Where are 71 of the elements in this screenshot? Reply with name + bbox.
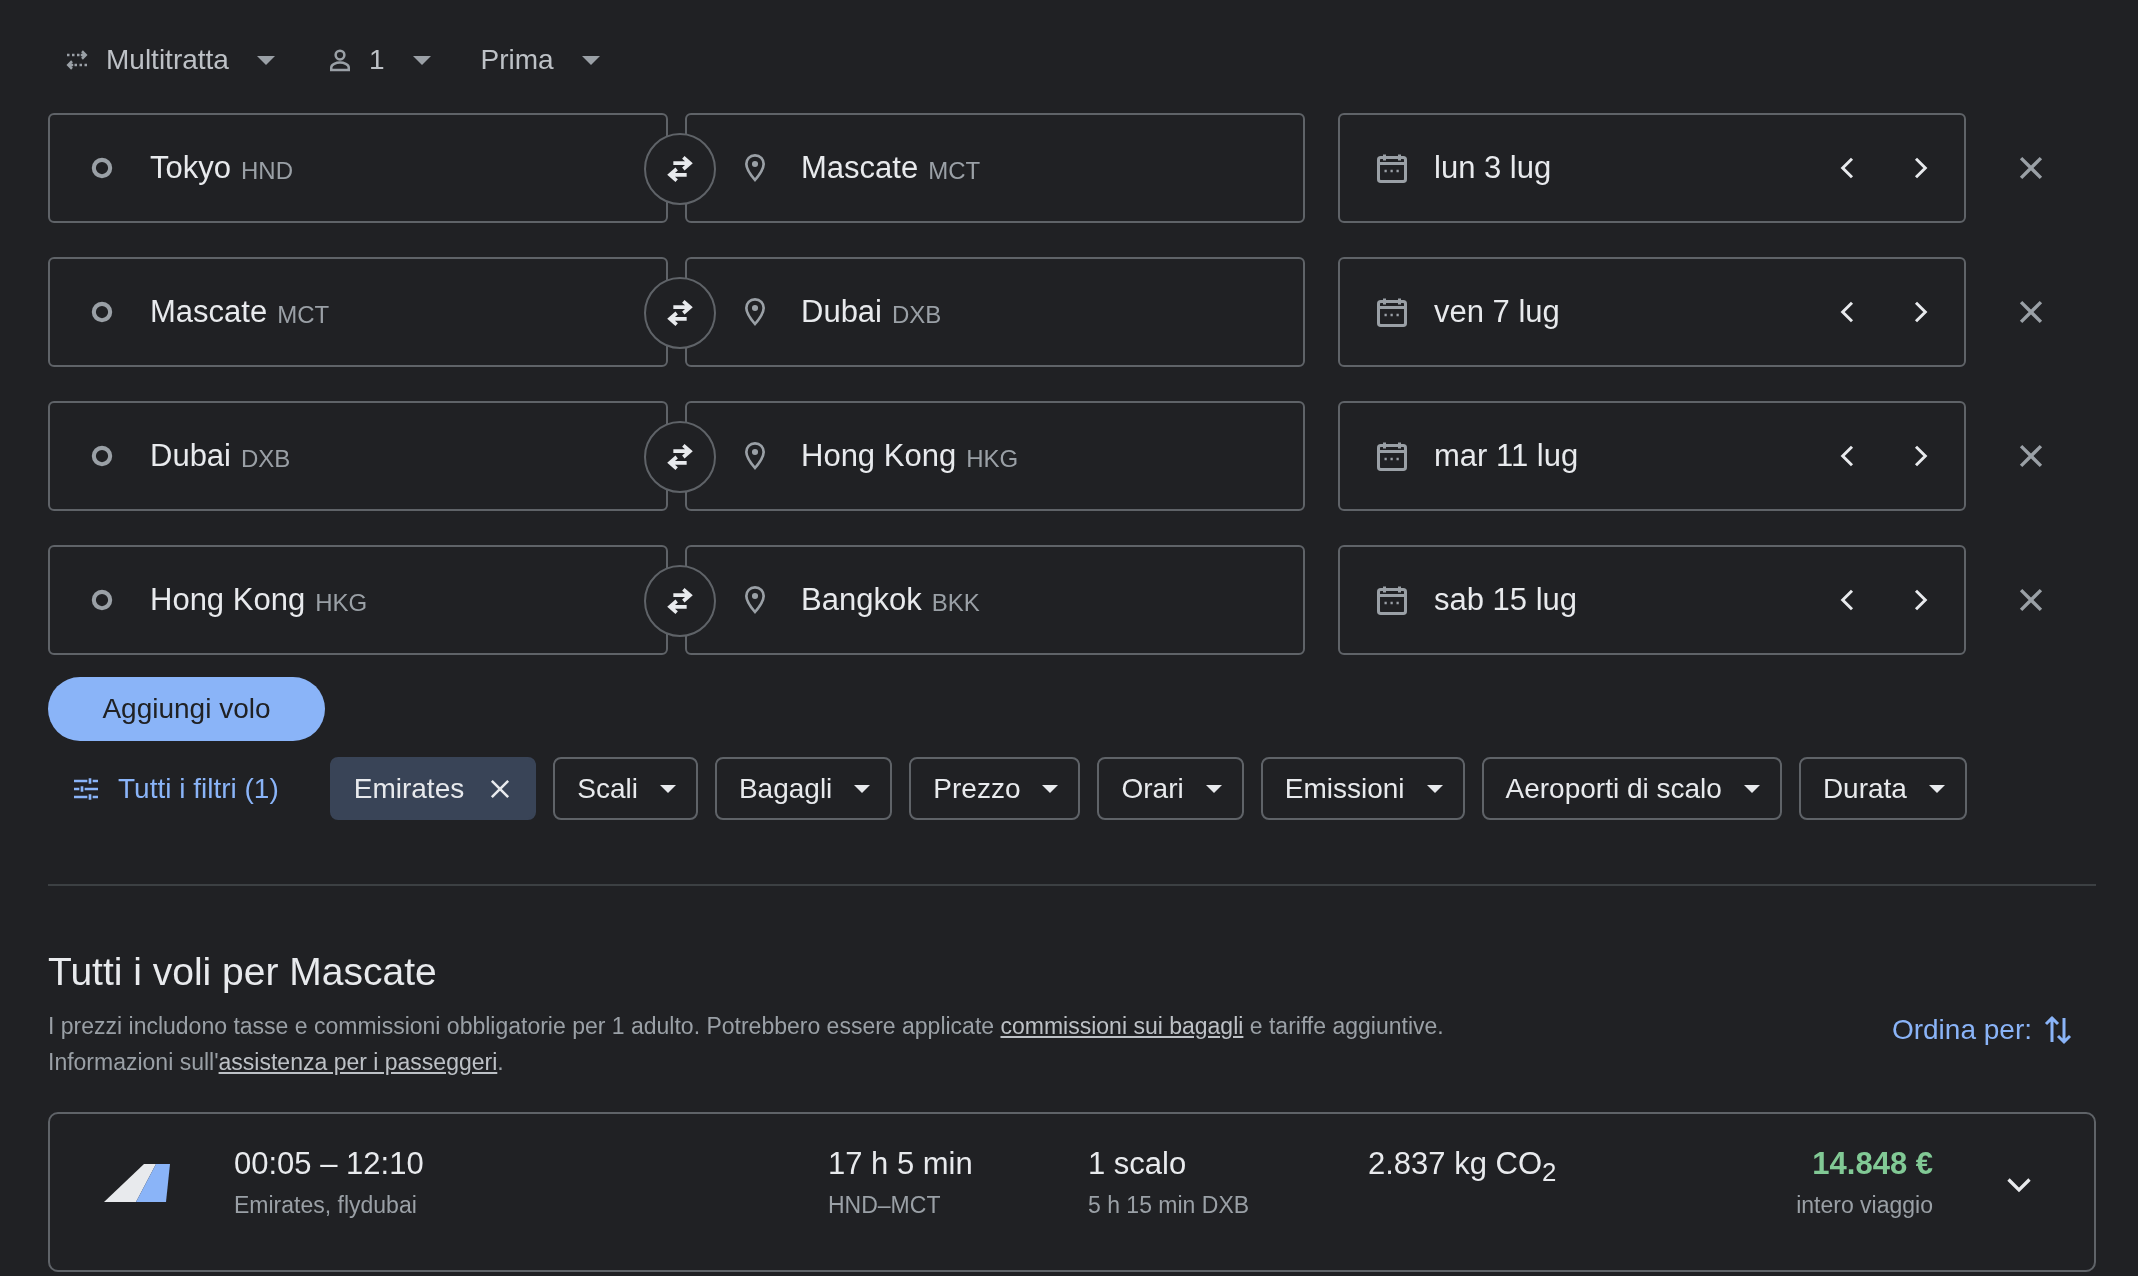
caret-icon — [1928, 784, 1945, 793]
filter-dropdown[interactable]: Prezzo — [909, 757, 1081, 820]
origin-field[interactable]: Hong Kong HKG — [48, 545, 668, 655]
date-value: mar 11 lug — [1434, 438, 1579, 474]
destination-field[interactable]: Hong Kong HKG — [685, 401, 1305, 511]
filter-dropdown[interactable]: Orari — [1097, 757, 1244, 820]
info-link[interactable]: commissioni sui bagagli — [1000, 1013, 1244, 1039]
emissions-value: 2.837 kg CO$_{2}$ — [1368, 1146, 1558, 1188]
airport-code: DXB — [892, 301, 942, 329]
flight-card[interactable]: 00:05 – 12:10 Emirates, flydubai 17 h 5 min HND–MCT 1 scalo 5 h 15 min DXB 2.837 kg CO$_{2}$ 14.848 € intero viaggio — [48, 1112, 2096, 1272]
destination-field[interactable]: Mascate MCT — [685, 113, 1305, 223]
trip-type-dropdown[interactable]: Multitratta — [48, 38, 289, 82]
layover-info: 5 h 15 min DXB — [1088, 1192, 1251, 1219]
info-link[interactable]: assistenza per i passeggeri — [218, 1049, 498, 1075]
origin-field[interactable]: Mascate MCT — [48, 257, 668, 367]
date-field[interactable]: ven 7 lug — [1338, 257, 1966, 367]
price-info-text: I prezzi includono tasse e commissioni obbligatorie per 1 adulto. Potrebbero essere applicate commissioni sui bagagli e tariffe aggiuntive. — [48, 1012, 1444, 1041]
filter-dropdown[interactable]: Emissioni — [1260, 757, 1465, 820]
destination-city: Mascate — [801, 150, 919, 186]
date-value: ven 7 lug — [1434, 294, 1560, 330]
flight-route: HND–MCT — [828, 1192, 942, 1219]
flight-times: 00:05 – 12:10 — [234, 1146, 425, 1182]
price-note: intero viaggio — [1796, 1192, 1933, 1219]
filter-dropdown[interactable]: Bagagli — [714, 757, 893, 820]
caret-icon — [581, 55, 600, 65]
origin-field[interactable]: Tokyo HND — [48, 113, 668, 223]
airport-code: DXB — [241, 445, 291, 473]
date-field[interactable]: lun 3 lug — [1338, 113, 1966, 223]
origin-city: Dubai — [150, 438, 231, 474]
stops-count: 1 scalo — [1088, 1146, 1188, 1182]
caret-icon — [412, 55, 431, 65]
price-info-text: Informazioni sull'assistenza per i passeggeri. — [48, 1048, 505, 1077]
section-title: Tutti i voli per Mascate — [48, 950, 438, 994]
caret-icon — [1042, 784, 1059, 793]
date-value: lun 3 lug — [1434, 150, 1552, 186]
caret-icon — [1205, 784, 1222, 793]
origin-city: Hong Kong — [150, 582, 306, 618]
destination-field[interactable]: Dubai DXB — [685, 257, 1305, 367]
airport-code: HKG — [966, 445, 1019, 473]
origin-city: Tokyo — [150, 150, 231, 186]
destination-city: Dubai — [801, 294, 882, 330]
filter-dropdown[interactable]: Aeroporti di scalo — [1481, 757, 1782, 820]
date-field[interactable]: mar 11 lug — [1338, 401, 1966, 511]
filter-dropdown[interactable]: Scali — [553, 757, 698, 820]
add-flight-button[interactable]: Aggiungi volo — [48, 677, 325, 741]
date-field[interactable]: sab 15 lug — [1338, 545, 1966, 655]
airport-code: HKG — [315, 589, 368, 617]
caret-icon — [659, 784, 676, 793]
destination-city: Bangkok — [801, 582, 922, 618]
caret-icon — [256, 55, 275, 65]
airport-code: MCT — [277, 301, 330, 329]
destination-field[interactable]: Bangkok BKK — [685, 545, 1305, 655]
caret-icon — [1743, 784, 1760, 793]
flight-duration: 17 h 5 min — [828, 1146, 974, 1182]
origin-city: Mascate — [150, 294, 268, 330]
destination-city: Hong Kong — [801, 438, 957, 474]
filter-dropdown[interactable]: Durata — [1798, 757, 1967, 820]
airport-code: BKK — [931, 589, 980, 617]
airline-names: Emirates, flydubai — [234, 1192, 418, 1219]
origin-field[interactable]: Dubai DXB — [48, 401, 668, 511]
airport-code: HND — [241, 157, 293, 185]
date-value: sab 15 lug — [1434, 582, 1578, 618]
passengers-dropdown[interactable]: 1 — [310, 38, 445, 82]
flight-price: 14.848 € — [1812, 1146, 1933, 1182]
caret-icon — [1426, 784, 1443, 793]
airline-filter-chip[interactable]: Emirates — [329, 757, 537, 820]
cabin-class-dropdown[interactable]: Prima — [466, 38, 614, 82]
caret-icon — [854, 784, 871, 793]
airport-code: MCT — [928, 157, 981, 185]
sort-button[interactable]: Ordina per: — [1891, 1012, 2076, 1048]
all-filters-button[interactable]: Tutti i filtri (1) — [48, 757, 293, 820]
